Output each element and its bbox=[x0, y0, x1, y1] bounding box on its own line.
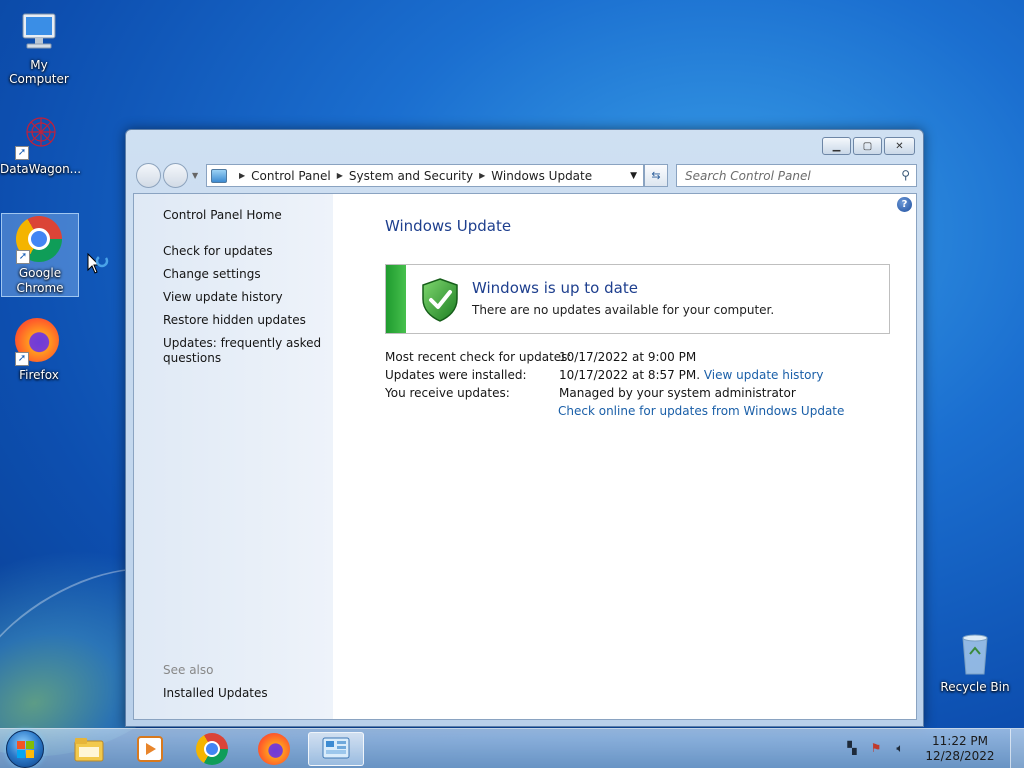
desktop-icon-chrome[interactable]: ➚ Google Chrome bbox=[1, 213, 79, 297]
recycle-bin-icon bbox=[951, 630, 999, 678]
search-icon[interactable]: ⚲ bbox=[901, 168, 910, 182]
page-title: Windows Update bbox=[385, 217, 512, 235]
update-status-panel: Windows is up to date There are no updat… bbox=[385, 264, 890, 334]
taskbar-chrome[interactable] bbox=[184, 732, 240, 766]
taskbar-media-player[interactable] bbox=[122, 732, 178, 766]
desktop-icon-label: Firefox bbox=[19, 368, 59, 382]
address-dropdown-icon[interactable]: ▼ bbox=[630, 171, 637, 181]
close-button[interactable]: ✕ bbox=[884, 137, 915, 155]
start-button[interactable] bbox=[6, 730, 44, 768]
firefox-icon: ➚ bbox=[15, 318, 63, 366]
shortcut-arrow-icon: ➚ bbox=[15, 146, 29, 160]
clock-date: 12/28/2022 bbox=[925, 749, 995, 763]
control-panel-window: ▁ ▢ ✕ ▼ ▶ Control Panel ▶ System and Sec… bbox=[125, 129, 924, 727]
sidebar-link-view-update-history[interactable]: View update history bbox=[163, 290, 283, 305]
recent-check-value: 10/17/2022 at 9:00 PM bbox=[559, 350, 697, 364]
breadcrumb-separator-icon[interactable]: ▶ bbox=[479, 171, 485, 180]
taskbar-windows-explorer[interactable] bbox=[61, 732, 117, 766]
window-controls: ▁ ▢ ✕ bbox=[822, 137, 915, 155]
clock[interactable]: 11:22 PM 12/28/2022 bbox=[916, 734, 1004, 764]
desktop-icon-my-computer[interactable]: My Computer bbox=[0, 8, 78, 86]
breadcrumb-system-and-security[interactable]: System and Security bbox=[349, 169, 473, 183]
receive-value: Managed by your system administrator bbox=[559, 386, 796, 400]
breadcrumb-separator-icon: ▶ bbox=[239, 171, 246, 180]
navigation-bar: ▼ ▶ Control Panel ▶ System and Security … bbox=[134, 163, 917, 189]
content-area: Control Panel Home Check for updates Cha… bbox=[133, 193, 917, 720]
sidebar-link-check-for-updates[interactable]: Check for updates bbox=[163, 244, 273, 259]
maximize-icon: ▢ bbox=[862, 140, 873, 152]
taskbar: ▚ ⚑ 🔈︎ 11:22 PM 12/28/2022 bbox=[0, 728, 1024, 768]
see-also-heading: See also bbox=[163, 663, 214, 677]
installed-label: Updates were installed: bbox=[385, 368, 527, 382]
breadcrumb-separator-icon[interactable]: ▶ bbox=[337, 171, 343, 180]
media-player-icon bbox=[137, 736, 163, 762]
recent-check-label: Most recent check for updates: bbox=[385, 350, 572, 364]
minimize-button[interactable]: ▁ bbox=[822, 137, 851, 155]
desktop-icon-label: My Computer bbox=[9, 58, 69, 86]
breadcrumb-control-panel[interactable]: Control Panel bbox=[251, 169, 331, 183]
desktop-icon-label: Google Chrome bbox=[16, 266, 64, 295]
clock-time: 11:22 PM bbox=[932, 734, 988, 748]
shield-check-icon bbox=[420, 277, 460, 323]
desktop-icon-recycle-bin[interactable]: Recycle Bin bbox=[936, 630, 1014, 694]
installed-value: 10/17/2022 at 8:57 PM. bbox=[559, 368, 701, 382]
desktop-icon-firefox[interactable]: ➚ Firefox bbox=[0, 318, 78, 382]
desktop-icon-label: Recycle Bin bbox=[940, 680, 1010, 694]
firefox-icon bbox=[258, 733, 290, 765]
computer-icon bbox=[15, 8, 63, 56]
show-desktop-button[interactable] bbox=[1010, 729, 1024, 768]
address-bar[interactable]: ▶ Control Panel ▶ System and Security ▶ … bbox=[206, 164, 644, 187]
status-title: Windows is up to date bbox=[472, 279, 638, 297]
close-icon: ✕ bbox=[895, 140, 904, 152]
refresh-icon: ⇆ bbox=[651, 169, 661, 182]
back-button[interactable] bbox=[136, 163, 161, 188]
windows-logo-icon bbox=[17, 741, 35, 759]
receive-label: You receive updates: bbox=[385, 386, 510, 400]
desktop-icon-datawagon[interactable]: ➚ DataWagon... bbox=[0, 112, 82, 176]
sidebar-link-control-panel-home[interactable]: Control Panel Home bbox=[163, 208, 282, 223]
recent-pages-dropdown-icon[interactable]: ▼ bbox=[192, 171, 198, 180]
desktop-icon-label: DataWagon... bbox=[0, 162, 82, 176]
chrome-icon bbox=[196, 733, 228, 765]
network-icon[interactable]: ▚ bbox=[844, 741, 860, 757]
minimize-icon: ▁ bbox=[832, 140, 841, 152]
status-color-bar bbox=[386, 265, 406, 333]
breadcrumb-windows-update[interactable]: Windows Update bbox=[491, 169, 592, 183]
action-center-flag-icon[interactable]: ⚑ bbox=[868, 741, 884, 757]
search-input[interactable]: Search Control Panel ⚲ bbox=[676, 164, 917, 187]
windows-explorer-icon bbox=[74, 738, 104, 762]
sidebar-link-updates-faq[interactable]: Updates: frequently asked questions bbox=[163, 336, 323, 366]
taskbar-firefox[interactable] bbox=[246, 732, 302, 766]
system-tray: ▚ ⚑ 🔈︎ 11:22 PM 12/28/2022 bbox=[844, 729, 1024, 768]
view-update-history-link[interactable]: View update history bbox=[704, 368, 824, 382]
status-subtitle: There are no updates available for your … bbox=[472, 303, 775, 317]
main-panel: ? Windows Update Windows is up to date T… bbox=[333, 194, 916, 719]
control-panel-icon bbox=[322, 737, 350, 759]
maximize-button[interactable]: ▢ bbox=[853, 137, 882, 155]
sidebar-link-installed-updates[interactable]: Installed Updates bbox=[163, 686, 268, 701]
sidebar-link-change-settings[interactable]: Change settings bbox=[163, 267, 261, 282]
shortcut-arrow-icon: ➚ bbox=[16, 250, 30, 264]
chrome-icon: ➚ bbox=[16, 216, 64, 264]
installed-row: 10/17/2022 at 8:57 PM. View update histo… bbox=[559, 368, 824, 382]
help-icon[interactable]: ? bbox=[897, 197, 912, 212]
taskbar-control-panel[interactable] bbox=[308, 732, 364, 766]
datawagon-icon: ➚ bbox=[15, 112, 63, 160]
sidebar-link-restore-hidden-updates[interactable]: Restore hidden updates bbox=[163, 313, 306, 328]
forward-button[interactable] bbox=[163, 163, 188, 188]
shortcut-arrow-icon: ➚ bbox=[15, 352, 29, 366]
search-placeholder: Search Control Panel bbox=[685, 168, 811, 183]
sidebar: Control Panel Home Check for updates Cha… bbox=[134, 194, 333, 719]
check-online-link[interactable]: Check online for updates from Windows Up… bbox=[558, 404, 844, 418]
volume-icon[interactable]: 🔈︎ bbox=[892, 741, 908, 757]
refresh-button[interactable]: ⇆ bbox=[644, 164, 668, 187]
loading-cursor-icon bbox=[86, 252, 112, 281]
control-panel-icon bbox=[211, 168, 227, 183]
